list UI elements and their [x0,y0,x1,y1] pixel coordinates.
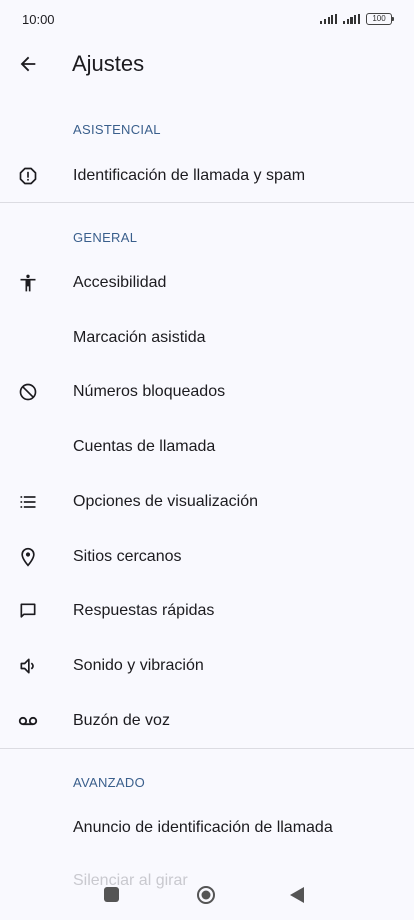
accessibility-person-icon [17,272,39,294]
location-pin-icon [17,546,39,568]
settings-item-flip-to-silence[interactable]: Silenciar al girar [73,872,188,890]
divider [0,748,414,749]
chat-bubble-icon [17,600,39,622]
signal-icon-2 [343,14,360,24]
settings-item-sound-vibration[interactable]: Sonido y vibración [0,639,414,693]
battery-level: 100 [372,14,386,23]
voicemail-icon [17,710,39,732]
divider [0,202,414,203]
settings-item-label: Identificación de llamada y spam [73,167,306,184]
settings-item-label: Buzón de voz [73,712,170,729]
settings-item-voicemail[interactable]: Buzón de voz [0,694,414,748]
recents-button[interactable] [104,887,119,902]
app-bar: Ajustes [0,38,414,90]
section-header-asistencial: ASISTENCIAL [73,122,161,137]
status-bar: 10:00 100 [0,0,414,38]
settings-item-display-options[interactable]: Opciones de visualización [0,475,414,529]
back-nav-button[interactable] [289,886,305,909]
status-time: 10:00 [22,11,55,27]
section-header-general: GENERAL [73,230,138,245]
settings-item-assisted-dialing[interactable]: Marcación asistida [0,311,414,365]
settings-item-label: Sitios cercanos [73,548,182,565]
back-button[interactable] [8,44,48,84]
settings-item-label: Respuestas rápidas [73,602,215,619]
settings-item-caller-id[interactable]: Identificación de llamada y spam [0,149,414,203]
settings-item-label: Números bloqueados [73,383,226,400]
settings-item-accessibility[interactable]: Accesibilidad [0,256,414,310]
block-icon [17,381,39,403]
signal-icon [320,14,338,24]
home-circle-icon [197,886,215,904]
settings-item-nearby-places[interactable]: Sitios cercanos [0,530,414,584]
settings-item-label: Anuncio de identificación de llamada [73,819,333,836]
settings-item-quick-responses[interactable]: Respuestas rápidas [0,584,414,638]
settings-item-caller-id-announce[interactable]: Anuncio de identificación de llamada [0,801,414,855]
settings-item-label: Marcación asistida [73,329,206,346]
settings-item-label: Accesibilidad [73,274,167,291]
square-icon [104,887,119,902]
arrow-left-icon [20,56,36,72]
settings-item-label: Cuentas de llamada [73,438,216,455]
battery-icon: 100 [366,13,394,25]
settings-item-calling-accounts[interactable]: Cuentas de llamada [0,420,414,474]
list-icon [17,491,39,513]
section-header-avanzado: AVANZADO [73,775,145,790]
settings-item-label: Sonido y vibración [73,657,204,674]
speaker-icon [17,655,39,677]
triangle-back-icon [290,887,304,903]
status-indicators: 100 [320,13,394,25]
settings-item-blocked-numbers[interactable]: Números bloqueados [0,365,414,419]
page-title: Ajustes [72,51,145,76]
settings-item-label: Opciones de visualización [73,493,258,510]
alert-octagon-icon [17,165,39,187]
home-button[interactable] [196,885,216,910]
